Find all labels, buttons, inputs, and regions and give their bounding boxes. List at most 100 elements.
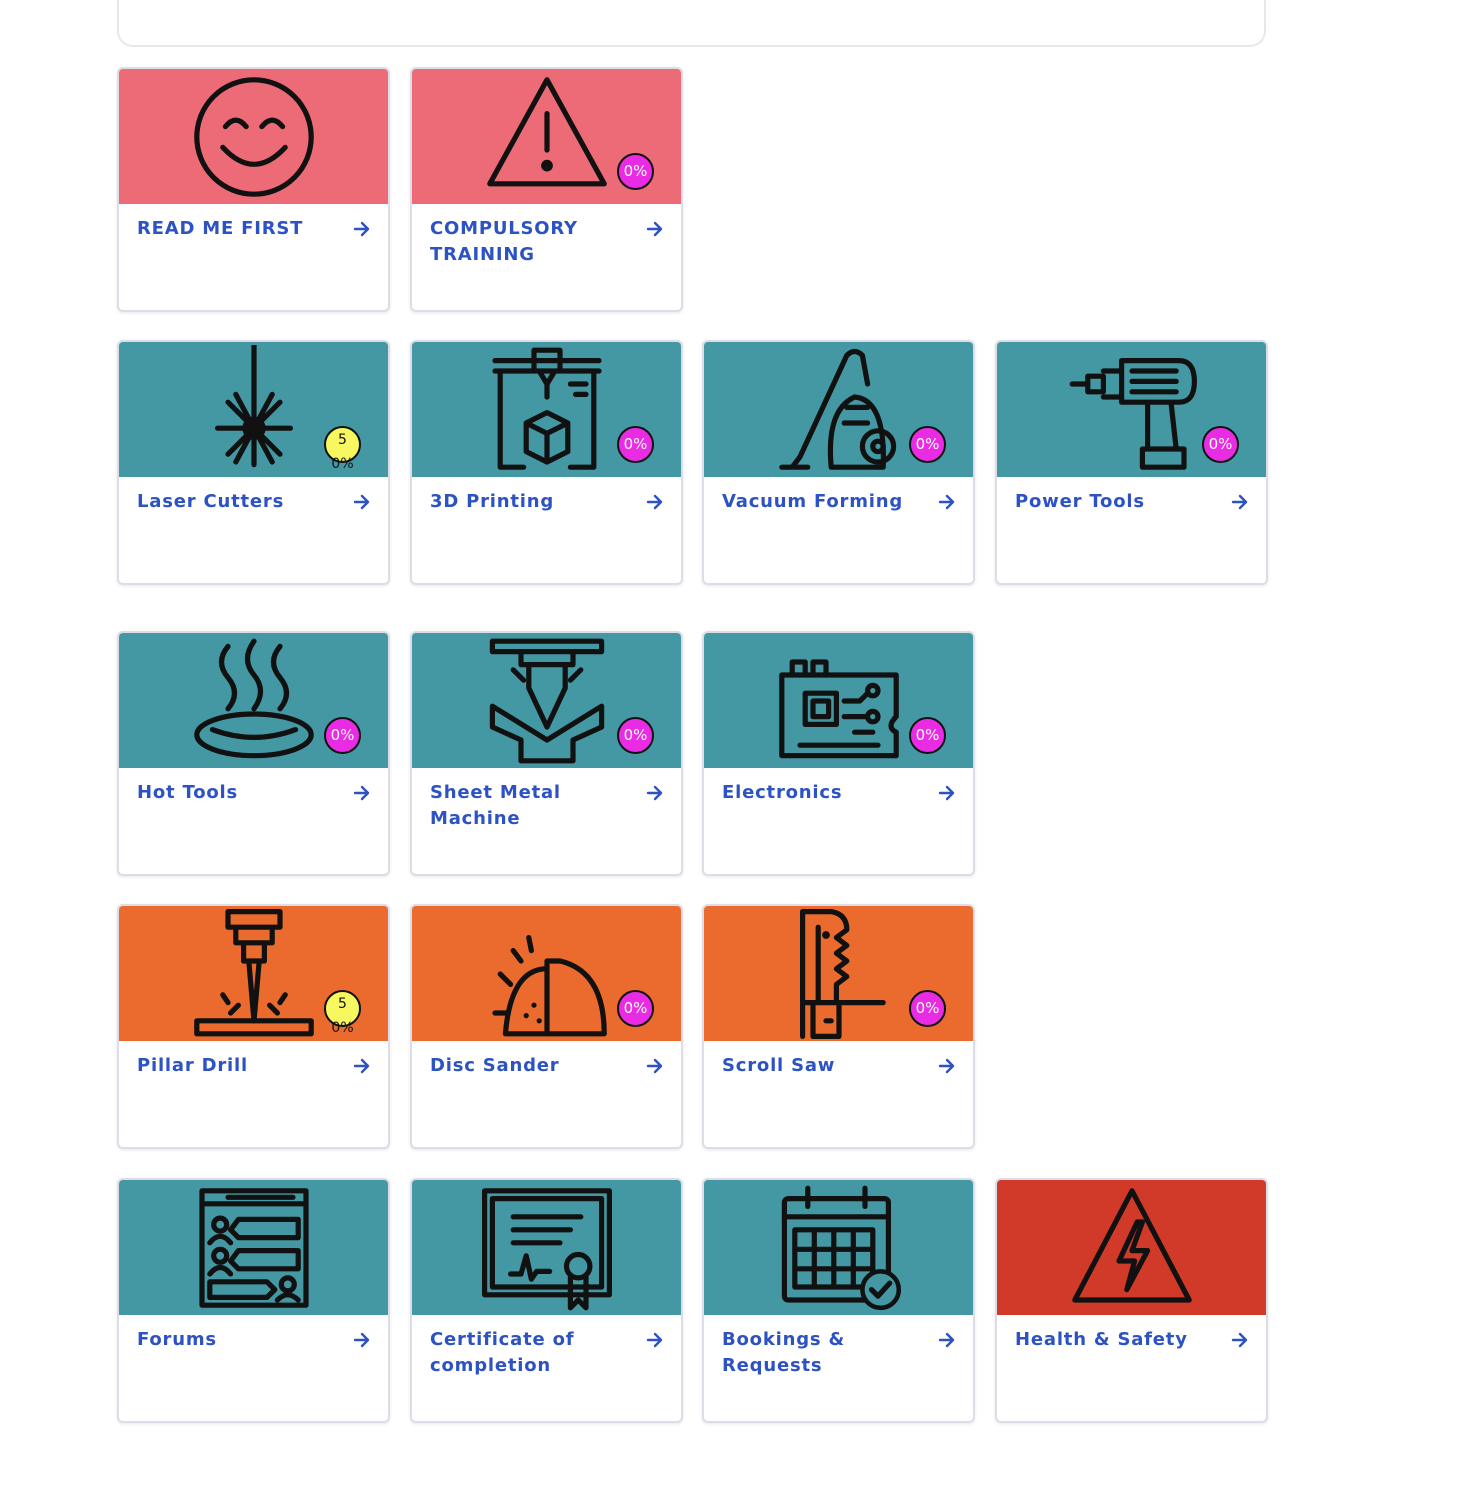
tile-footer: COMPULSORY TRAINING — [412, 204, 681, 268]
3d-printer-icon — [491, 347, 602, 470]
course-tile[interactable]: 0% Electronics — [702, 631, 975, 876]
tile-title-link[interactable]: Hot Tools — [137, 780, 337, 806]
course-tile[interactable]: 0% COMPULSORY TRAINING — [410, 67, 683, 312]
arrow-right-icon — [938, 1058, 955, 1074]
course-tile[interactable]: 0% 3D Printing — [410, 340, 683, 585]
tile-title-link[interactable]: 3D Printing — [430, 489, 630, 515]
course-tile[interactable]: 50% Laser Cutters — [117, 340, 390, 585]
hot-steam-icon — [193, 638, 314, 758]
progress-badge: 0% — [909, 717, 946, 754]
tile-title-link[interactable]: READ ME FIRST — [137, 216, 337, 242]
arrow-right-icon — [646, 1332, 663, 1348]
tile-footer: Sheet Metal Machine — [412, 768, 681, 832]
tile-title-link[interactable]: Scroll Saw — [722, 1053, 922, 1079]
course-tile[interactable]: 0% Sheet Metal Machine — [410, 631, 683, 876]
tile-header — [704, 1180, 973, 1315]
progress-badge: 0% — [617, 717, 654, 754]
tile-title-link[interactable]: Sheet Metal Machine — [430, 780, 630, 832]
tile-header: 0% — [412, 69, 681, 204]
course-tile[interactable]: Bookings & Requests — [702, 1178, 975, 1423]
tile-title-link[interactable]: Laser Cutters — [137, 489, 337, 515]
arrow-right-icon — [353, 785, 370, 801]
certificate-icon — [481, 1187, 612, 1310]
tile-header: 0% — [704, 342, 973, 477]
smiley-icon — [193, 76, 314, 197]
arrow-right-icon — [353, 1332, 370, 1348]
arrow-right-icon — [353, 494, 370, 510]
progress-badge: 0% — [617, 153, 654, 190]
arrow-right-icon — [1231, 494, 1248, 510]
tile-footer: Laser Cutters — [119, 477, 388, 515]
tile-footer: Disc Sander — [412, 1041, 681, 1079]
progress-badge: 0% — [909, 426, 946, 463]
tile-title-link[interactable]: Pillar Drill — [137, 1053, 337, 1079]
tile-title-link[interactable]: Forums — [137, 1327, 337, 1353]
warning-icon — [486, 76, 607, 186]
arrow-right-icon — [353, 1058, 370, 1074]
arrow-right-icon — [938, 1332, 955, 1348]
vacuum-cleaner-icon — [778, 348, 896, 470]
tile-header: 0% — [704, 633, 973, 768]
tile-footer: Pillar Drill — [119, 1041, 388, 1079]
progress-badge: 50% — [324, 990, 361, 1036]
arrow-right-icon — [938, 494, 955, 510]
tile-header: 50% — [119, 906, 388, 1041]
course-tile[interactable]: 50% Pillar Drill — [117, 904, 390, 1149]
tile-title-link[interactable]: COMPULSORY TRAINING — [430, 216, 630, 268]
tile-header: 0% — [997, 342, 1266, 477]
calendar-icon — [781, 1185, 901, 1310]
tile-footer: Bookings & Requests — [704, 1315, 973, 1379]
disc-sander-icon — [491, 934, 607, 1036]
tile-title-link[interactable]: Certificate of completion — [430, 1327, 630, 1379]
arrow-right-icon — [938, 785, 955, 801]
course-tile[interactable]: 0% Hot Tools — [117, 631, 390, 876]
circuit-board-icon — [778, 658, 899, 758]
tile-header: 0% — [704, 906, 973, 1041]
pillar-drill-icon — [193, 908, 314, 1036]
tile-footer: Power Tools — [997, 477, 1266, 515]
tile-footer: Vacuum Forming — [704, 477, 973, 515]
progress-badge: 0% — [617, 426, 654, 463]
course-tile[interactable]: Forums — [117, 1178, 390, 1423]
arrow-right-icon — [646, 785, 663, 801]
course-tile[interactable]: 0% Vacuum Forming — [702, 340, 975, 585]
course-tile[interactable]: READ ME FIRST — [117, 67, 390, 312]
tile-footer: 3D Printing — [412, 477, 681, 515]
tile-title-link[interactable]: Bookings & Requests — [722, 1327, 922, 1379]
tile-header — [119, 69, 388, 204]
course-tile[interactable]: 0% Disc Sander — [410, 904, 683, 1149]
tile-header: 0% — [412, 633, 681, 768]
forum-icon — [198, 1187, 309, 1308]
progress-badge: 0% — [324, 717, 361, 754]
tile-title-link[interactable]: Power Tools — [1015, 489, 1215, 515]
arrow-right-icon — [646, 494, 663, 510]
tile-footer: Scroll Saw — [704, 1041, 973, 1079]
tile-title-link[interactable]: Disc Sander — [430, 1053, 630, 1079]
progress-badge: 0% — [617, 990, 654, 1027]
top-panel — [117, 0, 1266, 47]
tile-footer: Electronics — [704, 768, 973, 806]
press-brake-icon — [489, 638, 604, 763]
course-tile[interactable]: 0% Scroll Saw — [702, 904, 975, 1149]
tile-footer: Forums — [119, 1315, 388, 1353]
course-tile[interactable]: Health & Safety — [995, 1178, 1268, 1423]
tile-footer: Hot Tools — [119, 768, 388, 806]
arrow-right-icon — [646, 1058, 663, 1074]
arrow-right-icon — [353, 221, 370, 237]
laser-icon — [214, 344, 293, 467]
tile-title-link[interactable]: Electronics — [722, 780, 922, 806]
progress-badge: 0% — [909, 990, 946, 1027]
tile-title-link[interactable]: Vacuum Forming — [722, 489, 922, 515]
tile-header: 0% — [412, 342, 681, 477]
tile-title-link[interactable]: Health & Safety — [1015, 1327, 1215, 1353]
tile-footer: READ ME FIRST — [119, 204, 388, 242]
drill-icon — [1069, 357, 1197, 470]
course-tile[interactable]: 0% Power Tools — [995, 340, 1268, 585]
course-tile[interactable]: Certificate of completion — [410, 1178, 683, 1423]
tile-footer: Health & Safety — [997, 1315, 1266, 1353]
tile-header: 0% — [119, 633, 388, 768]
tile-header — [997, 1180, 1266, 1315]
tile-footer: Certificate of completion — [412, 1315, 681, 1379]
arrow-right-icon — [646, 221, 663, 237]
progress-badge: 0% — [1202, 426, 1239, 463]
